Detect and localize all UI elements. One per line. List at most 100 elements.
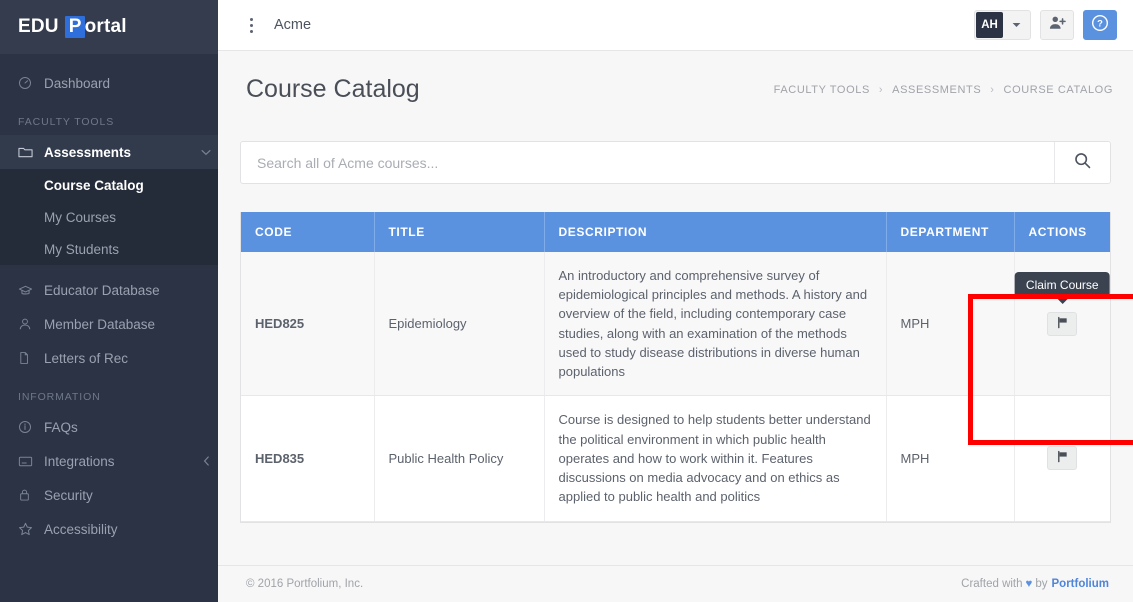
sidebar-item-label: My Students	[44, 241, 120, 257]
cell-code: HED825	[241, 252, 375, 397]
column-header-code[interactable]: CODE	[241, 212, 375, 252]
sidebar-item-label: Assessments	[44, 144, 132, 160]
breadcrumb-separator: ›	[990, 83, 995, 96]
footer-copyright: © 2016 Portfolium, Inc.	[246, 578, 364, 590]
page-title: Course Catalog	[246, 75, 420, 103]
logo-text-post: ortal	[84, 16, 127, 37]
search-bar	[240, 141, 1111, 184]
course-table-container: CODE TITLE DESCRIPTION DEPARTMENT ACTION…	[240, 212, 1111, 523]
graduation-cap-icon	[18, 284, 44, 297]
sidebar-item-accessibility[interactable]: Accessibility	[0, 512, 218, 546]
sidebar-item-dashboard[interactable]: Dashboard	[0, 66, 218, 100]
chevron-left-icon[interactable]	[194, 456, 218, 466]
svg-text:?: ?	[1097, 17, 1103, 28]
sidebar-item-label: Course Catalog	[44, 177, 144, 193]
logo-text-pre: EDU	[18, 16, 59, 37]
documents-icon	[18, 351, 44, 365]
breadcrumb: FACULTY TOOLS › ASSESSMENTS › COURSE CAT…	[774, 84, 1113, 96]
table-header-row: CODE TITLE DESCRIPTION DEPARTMENT ACTION…	[241, 212, 1110, 252]
app-root: EDU P ortal Dashboard FACULTY TOOLS Asse…	[0, 0, 1133, 602]
sidebar-nav: Dashboard FACULTY TOOLS Assessments Cour…	[0, 54, 218, 602]
footer-brand-link[interactable]: Portfolium	[1052, 578, 1110, 590]
search-button[interactable]	[1054, 142, 1110, 183]
cell-department: MPH	[886, 252, 1015, 397]
help-button[interactable]: ?	[1083, 10, 1117, 40]
claim-course-button[interactable]	[1047, 446, 1078, 471]
breadcrumb-item-faculty-tools[interactable]: FACULTY TOOLS	[774, 84, 870, 96]
sidebar-submenu-assessments: Course Catalog My Courses My Students	[0, 169, 218, 265]
column-header-department[interactable]: DEPARTMENT	[886, 212, 1015, 252]
sidebar-item-label: Member Database	[44, 316, 156, 332]
sidebar-item-label: Accessibility	[44, 521, 118, 537]
add-user-button[interactable]	[1040, 10, 1074, 40]
cell-actions: Claim Course	[1014, 252, 1110, 397]
sidebar-item-my-students[interactable]: My Students	[0, 233, 218, 265]
sidebar-item-label: Letters of Rec	[44, 350, 129, 366]
table-row[interactable]: HED825 Epidemiology An introductory and …	[241, 252, 1110, 397]
cell-description: An introductory and comprehensive survey…	[544, 252, 887, 397]
app-logo[interactable]: EDU P ortal	[0, 0, 218, 54]
sidebar-section-faculty-tools: FACULTY TOOLS	[18, 116, 115, 128]
add-user-icon	[1049, 15, 1066, 35]
breadcrumb-item-course-catalog: COURSE CATALOG	[1003, 83, 1113, 96]
sidebar-item-my-courses[interactable]: My Courses	[0, 201, 218, 233]
table-row[interactable]: HED835 Public Health Policy Course is de…	[241, 395, 1110, 522]
flag-icon	[1056, 316, 1069, 332]
logo-badge: P	[64, 16, 85, 38]
logo-text: EDU P ortal	[18, 16, 127, 38]
caret-down-icon	[1004, 22, 1028, 28]
claim-course-button[interactable]	[1047, 311, 1078, 336]
sidebar-item-integrations[interactable]: Integrations	[0, 444, 218, 478]
sidebar-item-label: FAQs	[44, 419, 78, 435]
cell-department: MPH	[886, 395, 1015, 522]
question-circle-icon: ?	[1091, 14, 1109, 37]
folder-icon	[18, 145, 44, 159]
sidebar-item-label: Educator Database	[44, 282, 160, 298]
account-menu[interactable]: AH	[974, 10, 1031, 40]
star-icon	[18, 522, 44, 536]
gauge-icon	[18, 76, 44, 90]
user-icon	[18, 317, 44, 331]
kebab-menu-icon[interactable]	[240, 12, 262, 38]
avatar: AH	[976, 12, 1003, 38]
column-header-actions[interactable]: ACTIONS	[1014, 212, 1110, 252]
breadcrumb-item-assessments[interactable]: ASSESSMENTS	[892, 84, 981, 96]
sidebar-item-course-catalog[interactable]: Course Catalog	[0, 169, 218, 201]
sidebar-item-security[interactable]: Security	[0, 478, 218, 512]
footer: © 2016 Portfolium, Inc. Crafted with ♥ b…	[218, 565, 1133, 602]
table-head: CODE TITLE DESCRIPTION DEPARTMENT ACTION…	[241, 212, 1110, 252]
window-icon	[18, 455, 44, 468]
sidebar-item-label: My Courses	[44, 209, 117, 225]
column-header-description[interactable]: DESCRIPTION	[544, 212, 887, 252]
sidebar-section-information: INFORMATION	[18, 391, 101, 403]
claim-course-tooltip: Claim Course	[1014, 272, 1110, 304]
cell-title: Epidemiology	[374, 252, 545, 397]
cell-code: HED835	[241, 395, 375, 522]
sidebar-item-faqs[interactable]: FAQs	[0, 410, 218, 444]
footer-crafted-mid: by	[1035, 578, 1048, 590]
search-input[interactable]	[241, 142, 1054, 183]
sidebar-item-educator-database[interactable]: Educator Database	[0, 273, 218, 307]
column-header-title[interactable]: TITLE	[374, 212, 545, 252]
org-name: Acme	[274, 17, 312, 33]
cell-title: Public Health Policy	[374, 395, 545, 522]
cell-description: Course is designed to help students bett…	[544, 395, 887, 522]
sidebar-item-letters-of-rec[interactable]: Letters of Rec	[0, 341, 218, 375]
course-table: CODE TITLE DESCRIPTION DEPARTMENT ACTION…	[241, 212, 1110, 522]
sidebar-item-member-database[interactable]: Member Database	[0, 307, 218, 341]
sidebar-item-label: Integrations	[44, 453, 115, 469]
lock-icon	[18, 488, 44, 502]
search-icon	[1074, 152, 1091, 174]
sidebar: EDU P ortal Dashboard FACULTY TOOLS Asse…	[0, 0, 218, 602]
chevron-down-icon[interactable]	[194, 149, 218, 156]
sidebar-item-label: Security	[44, 487, 93, 503]
sidebar-item-assessments[interactable]: Assessments	[0, 135, 218, 169]
main-area: Acme AH ? Course Catalog FACULTY TOOLS ›…	[218, 0, 1133, 602]
content-area: CODE TITLE DESCRIPTION DEPARTMENT ACTION…	[218, 128, 1133, 565]
flag-icon	[1056, 450, 1069, 466]
info-circle-icon	[18, 420, 44, 434]
breadcrumb-separator: ›	[878, 83, 884, 96]
sidebar-item-label: Dashboard	[44, 75, 111, 91]
footer-crafted-prefix: Crafted with	[961, 578, 1023, 590]
heart-icon: ♥	[1025, 578, 1033, 590]
